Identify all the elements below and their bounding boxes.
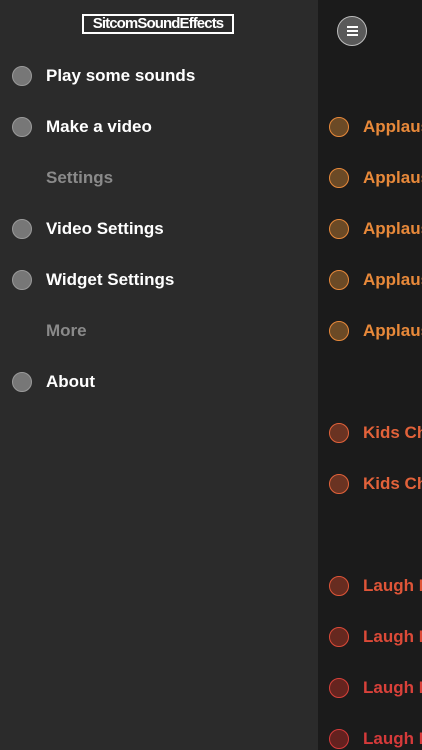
sound-bullet-icon (329, 576, 349, 596)
hamburger-menu-icon[interactable] (337, 16, 367, 46)
sound-bullet-icon (329, 423, 349, 443)
drawer-item-make-a-video[interactable]: Make a video (0, 107, 318, 147)
drawer-item-widget-settings[interactable]: Widget Settings (0, 260, 318, 300)
menu-bullet-icon (12, 66, 32, 86)
sound-label: Laugh I (363, 729, 422, 748)
sound-bullet-icon (329, 117, 349, 137)
sound-label: Applaus (363, 219, 422, 238)
sound-bullet-icon (329, 627, 349, 647)
menu-bullet-icon (12, 270, 32, 290)
sound-row[interactable]: Laugh I (318, 721, 422, 750)
sound-label: Kids Ch (363, 474, 422, 493)
section-header-more: More (46, 321, 87, 340)
sound-row[interactable]: Laugh I (318, 670, 422, 706)
drawer-item-label: Play some sounds (46, 66, 196, 85)
sound-label: Applaus (363, 168, 422, 187)
sound-label: Kids Ch (363, 423, 422, 442)
sound-row[interactable]: Applaus (318, 160, 422, 196)
menu-line (346, 30, 358, 32)
sound-row[interactable]: Applaus (318, 262, 422, 298)
sound-bullet-icon (329, 219, 349, 239)
sound-row[interactable]: Applaus (318, 211, 422, 247)
sound-list-panel: Applaus Applaus Applaus Applaus Applaus Kids … (318, 0, 422, 750)
drawer-item-label: Video Settings (46, 219, 164, 238)
sound-bullet-icon (329, 474, 349, 494)
app-root: SitcomSoundEffects Play some sounds Make… (0, 0, 422, 750)
sound-row[interactable]: Kids Ch (318, 466, 422, 502)
sound-label: Applaus (363, 321, 422, 340)
menu-bullet-icon (12, 372, 32, 392)
drawer-item-about[interactable]: About (0, 362, 318, 402)
menu-bullet-icon (12, 219, 32, 239)
sound-bullet-icon (329, 729, 349, 749)
section-header-settings: Settings (46, 168, 114, 187)
drawer-item-label: Make a video (46, 117, 152, 136)
drawer-item-play-some-sounds[interactable]: Play some sounds (0, 56, 318, 96)
sound-label: Laugh I (363, 627, 422, 646)
menu-line (346, 26, 358, 28)
sound-bullet-icon (329, 168, 349, 188)
sound-bullet-icon (329, 270, 349, 290)
sound-label: Laugh I (363, 678, 422, 697)
sound-bullet-icon (329, 321, 349, 341)
drawer-item-video-settings[interactable]: Video Settings (0, 209, 318, 249)
drawer-item-label: About (46, 372, 96, 391)
sound-row[interactable]: Laugh I (318, 619, 422, 655)
menu-bullet-icon (12, 117, 32, 137)
menu-line (346, 34, 358, 36)
sound-row[interactable]: Applaus (318, 109, 422, 145)
sound-label: Applaus (363, 270, 422, 289)
sound-label: Laugh I (363, 576, 422, 595)
sound-row[interactable]: Applaus (318, 313, 422, 349)
sound-row[interactable]: Kids Ch (318, 415, 422, 451)
side-drawer: SitcomSoundEffects Play some sounds Make… (0, 0, 318, 750)
drawer-item-label: Widget Settings (46, 270, 175, 289)
app-logo: SitcomSoundEffects (82, 14, 234, 34)
sound-row[interactable]: Laugh I (318, 568, 422, 604)
sound-label: Applaus (363, 117, 422, 136)
sound-bullet-icon (329, 678, 349, 698)
